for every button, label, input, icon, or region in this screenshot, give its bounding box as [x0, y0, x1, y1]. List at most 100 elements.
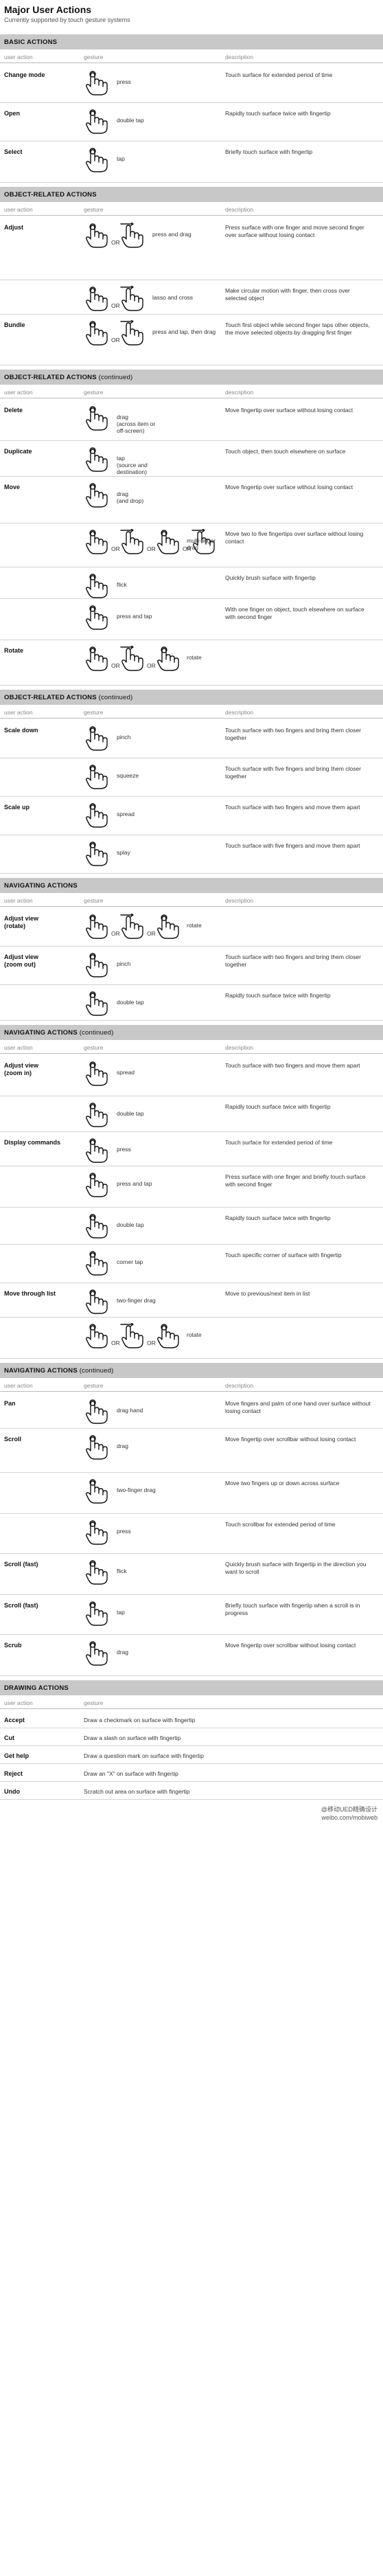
gesture-description: Move fingers and palm of one hand over s… — [225, 1400, 371, 1414]
hand-gesture-icon — [119, 529, 147, 555]
hand-gesture-icon — [84, 405, 111, 431]
gesture-illustration: spread — [84, 802, 221, 835]
action-label: Bundle — [4, 321, 25, 328]
table-row: Get help Draw a question mark on surface … — [0, 1746, 383, 1764]
hand-gesture-icon — [84, 482, 111, 508]
column-gesture: gesture — [84, 709, 104, 716]
gesture-label: off-screen) — [117, 427, 145, 434]
gesture-description: Move two fingers up or down across surfa… — [225, 1480, 340, 1487]
column-gesture: gesture — [84, 1382, 104, 1389]
gesture-illustration: tap — [84, 1601, 221, 1635]
gesture-illustration: OR OR rotate — [84, 646, 221, 686]
gesture-label: drag — [117, 1443, 129, 1449]
action-label: Move — [4, 484, 21, 490]
column-description: description — [225, 1044, 254, 1051]
column-action: user action — [4, 897, 33, 904]
gesture-description: Touch specific corner of surface with fi… — [225, 1252, 342, 1258]
hand-gesture-icon — [84, 1640, 111, 1667]
gesture-label: (across item or — [117, 420, 156, 427]
or-label: OR — [111, 930, 120, 937]
gesture-illustration: double tap — [84, 991, 221, 1021]
section-title: BASIC ACTIONS — [4, 38, 58, 46]
gesture-illustration: drag hand — [84, 1399, 221, 1429]
table-row: Duplicate tap (source and destination) Touch… — [0, 441, 383, 477]
gesture-illustration: OR OR rotate — [84, 914, 221, 947]
gesture-description: Move to previous/next item in list — [225, 1290, 310, 1297]
or-label: OR — [147, 662, 156, 669]
gesture-label: tap — [117, 455, 125, 462]
column-gesture: gesture — [84, 1044, 104, 1051]
or-label: OR — [111, 239, 120, 246]
gesture-illustration: OR press and tap, then drag — [84, 320, 221, 365]
gesture-label: (source and — [117, 462, 148, 468]
gesture-label: rotate — [187, 1331, 202, 1338]
gesture-illustration: double tap — [84, 1213, 221, 1245]
hand-gesture-icon — [84, 764, 111, 790]
column-gesture: gesture — [84, 206, 104, 213]
gesture-description: With one finger on object, touch elsewhe… — [225, 606, 364, 620]
section-header: NAVIGATING ACTIONS (continued) — [0, 1363, 383, 1378]
table-row: Cut Draw a slash on surface with fingerti… — [0, 1728, 383, 1746]
gesture-description: Touch scrollbar for extended period of t… — [225, 1521, 336, 1528]
table-row: squeeze Touch surface with five fingers a… — [0, 758, 383, 797]
or-label: OR — [111, 545, 120, 552]
hand-gesture-icon — [84, 1519, 111, 1546]
section-continued: (continued) — [79, 1029, 114, 1037]
column-action: user action — [4, 206, 33, 213]
action-label: Scroll (fast) — [4, 1561, 38, 1568]
column-description: description — [225, 389, 254, 396]
hand-gesture-icon — [84, 320, 111, 346]
gesture-description: Touch object, then touch elsewhere on su… — [225, 448, 346, 455]
hand-gesture-icon — [84, 646, 111, 672]
gesture-description: Touch surface with two fingers and bring… — [225, 727, 361, 741]
or-label: OR — [147, 545, 156, 552]
column-header: user action gesture description — [0, 894, 383, 907]
hand-gesture-icon — [119, 320, 147, 346]
gesture-label: press and tap, then drag — [152, 328, 216, 335]
action-label: Open — [4, 110, 21, 117]
gesture-illustration: drag — [84, 1434, 221, 1473]
column-action: user action — [4, 389, 33, 396]
action-label: Scale down — [4, 727, 38, 734]
gesture-description: Scratch out area on surface with fingert… — [84, 1788, 190, 1795]
hand-gesture-icon — [84, 914, 111, 940]
table-row: Rotate OR OR rotate — [0, 640, 383, 686]
gesture-illustration: tap (source and destination) — [84, 447, 221, 477]
hand-gesture-icon — [84, 223, 111, 249]
action-label: Reject — [4, 1770, 23, 1777]
gesture-illustration: two-finger drag — [84, 1289, 221, 1318]
table-row: press and tap Press surface with one fing… — [0, 1166, 383, 1208]
gesture-description: Rapidly touch surface twice with fingert… — [225, 1214, 331, 1221]
table-row: OR OR rotate — [0, 1318, 383, 1359]
column-action: user action — [4, 1382, 33, 1389]
column-gesture: gesture — [84, 54, 104, 60]
watermark: @移动UED精确设计 weibo.com/mobiweb — [321, 1805, 378, 1822]
section-header: OBJECT-RELATED ACTIONS — [0, 187, 383, 202]
column-header: user action gesture description — [0, 1379, 383, 1392]
hand-gesture-icon — [84, 841, 111, 867]
column-action: user action — [4, 1699, 33, 1706]
gesture-description: Press surface with one finger and briefl… — [225, 1173, 366, 1188]
gesture-illustration: drag (and drop) — [84, 482, 221, 523]
gesture-label: squeeze — [117, 772, 139, 779]
hand-gesture-icon — [84, 991, 111, 1017]
column-description: description — [225, 206, 254, 213]
gesture-label: press and tap — [117, 1180, 152, 1187]
section-header: DRAWING ACTIONS — [0, 1680, 383, 1695]
table-row: Scale up spread Touch surface with two fin… — [0, 797, 383, 835]
gesture-label: double tap — [117, 999, 144, 1006]
table-row: Open double tap Rapidly touch surface twic… — [0, 103, 383, 142]
gesture-label: pinch — [117, 960, 131, 967]
gesture-description: Briefly touch surface with fingertip whe… — [225, 1602, 360, 1616]
gesture-illustration: splay — [84, 841, 221, 874]
table-row: Scale down pinch Touch surface with two fi… — [0, 720, 383, 758]
action-label: Scroll (fast) — [4, 1602, 38, 1609]
hand-gesture-icon — [84, 447, 111, 473]
action-label: Scale up — [4, 804, 30, 811]
column-description: description — [225, 1382, 254, 1389]
gesture-illustration: flick — [84, 573, 221, 599]
table-row: Scroll (fast) flick Quickly brush surface … — [0, 1554, 383, 1595]
table-row: Undo Scratch out area on surface with fin… — [0, 1782, 383, 1800]
or-label: OR — [111, 337, 120, 343]
section-header: OBJECT-RELATED ACTIONS (continued) — [0, 690, 383, 705]
